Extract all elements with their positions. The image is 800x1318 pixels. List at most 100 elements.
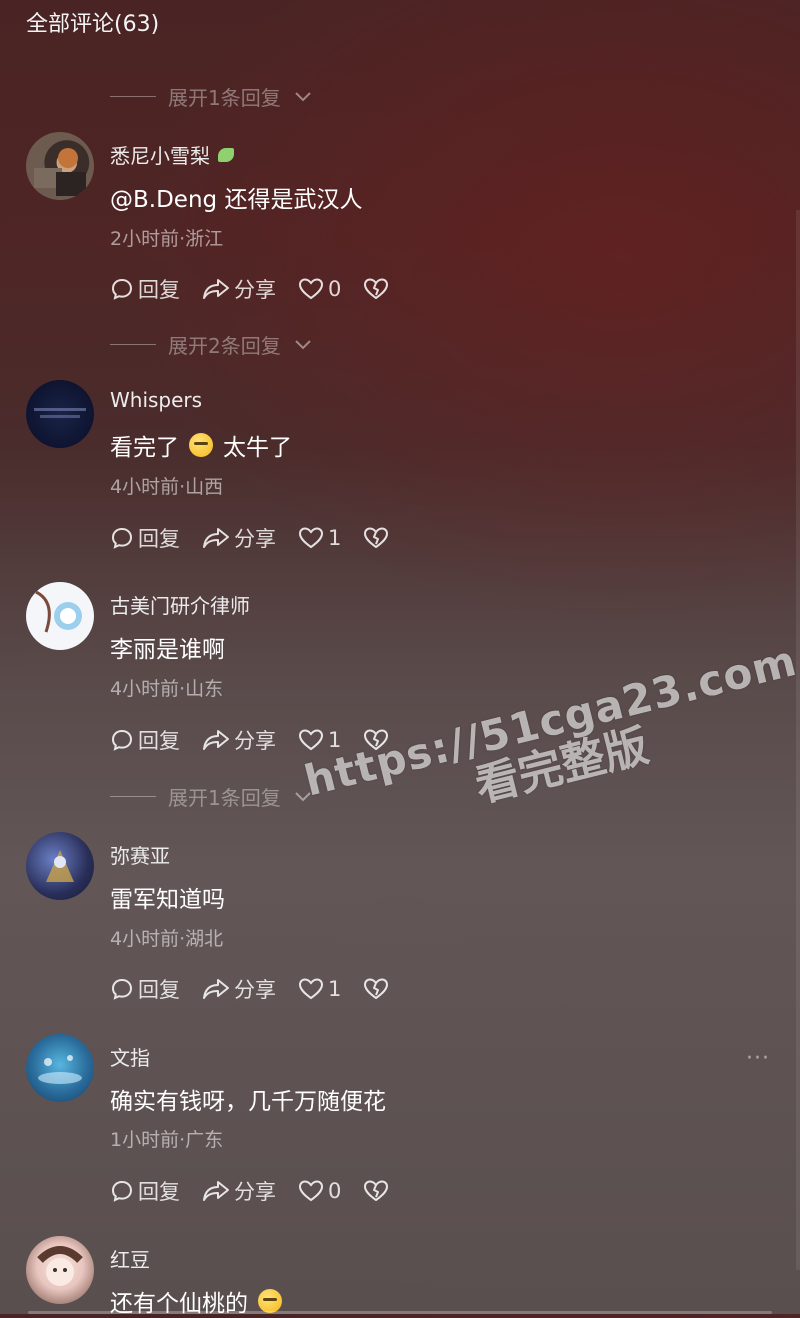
share-icon — [203, 279, 229, 299]
expand-replies-button[interactable]: 展开1条回复 — [110, 782, 311, 811]
share-icon — [203, 1181, 229, 1201]
expand-replies-button[interactable]: 展开1条回复 — [110, 82, 311, 111]
more-options-button[interactable]: ··· — [746, 1046, 770, 1071]
comment-username[interactable]: 古美门研介律师 — [110, 590, 250, 619]
dislike-button[interactable] — [363, 977, 389, 1001]
comment-actions: 回复 分享 1 — [110, 974, 411, 1004]
comment-meta: 4小时前·山西 — [110, 476, 224, 498]
reply-icon — [111, 978, 133, 1000]
reply-button[interactable]: 回复 — [110, 274, 180, 304]
reply-label: 回复 — [138, 1180, 180, 1204]
divider-line — [110, 796, 156, 797]
reply-label: 回复 — [138, 278, 180, 302]
reply-button[interactable]: 回复 — [110, 1176, 180, 1206]
reply-icon — [111, 1180, 133, 1202]
divider-line — [110, 96, 156, 97]
expand-replies-label: 展开1条回复 — [168, 786, 281, 810]
share-icon — [203, 730, 229, 750]
chevron-down-icon — [295, 91, 311, 101]
heart-icon — [298, 278, 324, 300]
comment-actions: 回复 分享 0 — [110, 1176, 411, 1206]
dislike-button[interactable] — [363, 526, 389, 550]
avatar[interactable] — [26, 1034, 94, 1102]
chevron-down-icon — [295, 339, 311, 349]
avatar[interactable] — [26, 1236, 94, 1304]
reply-icon — [111, 278, 133, 300]
username-text: Whispers — [110, 388, 203, 412]
comment-text: 看完了 太牛了 — [110, 428, 292, 462]
comment-text: @B.Deng 还得是武汉人 — [110, 187, 363, 213]
comment-username[interactable]: 悉尼小雪梨 — [110, 140, 234, 169]
share-label: 分享 — [234, 278, 276, 302]
like-count: 0 — [328, 277, 342, 301]
share-label: 分享 — [234, 729, 276, 753]
reply-button[interactable]: 回复 — [110, 974, 180, 1004]
reply-label: 回复 — [138, 729, 180, 753]
share-icon — [203, 528, 229, 548]
share-button[interactable]: 分享 — [202, 974, 276, 1004]
share-button[interactable]: 分享 — [202, 523, 276, 553]
watermark: https://51cga23.com 看完整版 — [300, 636, 800, 852]
username-text: 古美门研介律师 — [110, 594, 250, 618]
comment-text-part: 太牛了 — [223, 435, 292, 461]
comment-username[interactable]: 弥赛亚 — [110, 840, 170, 869]
broken-heart-icon — [364, 978, 389, 999]
heart-icon — [298, 1180, 324, 1202]
share-button[interactable]: 分享 — [202, 725, 276, 755]
broken-heart-icon — [364, 527, 389, 548]
avatar[interactable] — [26, 132, 94, 200]
reply-icon — [111, 527, 133, 549]
expand-replies-button[interactable]: 展开2条回复 — [110, 330, 311, 359]
like-count: 0 — [328, 1179, 342, 1203]
avatar[interactable] — [26, 582, 94, 650]
comments-header: 全部评论(63) — [26, 12, 160, 37]
dislike-button[interactable] — [363, 277, 389, 301]
comment-text-part: 看完了 — [110, 435, 179, 461]
comment-meta: 4小时前·山东 — [110, 678, 224, 700]
comment-username[interactable]: 红豆 — [110, 1244, 150, 1273]
avatar[interactable] — [26, 832, 94, 900]
expand-replies-label: 展开2条回复 — [168, 334, 281, 358]
broken-heart-icon — [364, 1180, 389, 1201]
comment-username[interactable]: Whispers — [110, 388, 202, 412]
like-button[interactable]: 1 — [298, 977, 341, 1001]
comment-meta: 1小时前·广东 — [110, 1129, 224, 1151]
sunglasses-emoji-icon — [189, 433, 213, 457]
avatar[interactable] — [26, 380, 94, 448]
like-button[interactable]: 1 — [298, 526, 341, 550]
comment-meta: 4小时前·湖北 — [110, 928, 224, 950]
comment-username[interactable]: 文指 — [110, 1042, 150, 1071]
comment-text: 确实有钱呀，几千万随便花 — [110, 1089, 386, 1115]
reply-button[interactable]: 回复 — [110, 523, 180, 553]
expand-replies-label: 展开1条回复 — [168, 86, 281, 110]
username-text: 悉尼小雪梨 — [110, 144, 210, 168]
like-button[interactable]: 0 — [298, 277, 341, 301]
username-text: 弥赛亚 — [110, 844, 170, 868]
smile-emoji-icon — [258, 1289, 282, 1313]
comment-actions: 回复 分享 0 — [110, 274, 411, 304]
comment-text: 雷军知道吗 — [110, 887, 225, 913]
share-label: 分享 — [234, 1180, 276, 1204]
dislike-button[interactable] — [363, 1179, 389, 1203]
username-text: 红豆 — [110, 1248, 150, 1272]
heart-icon — [298, 729, 324, 751]
reply-label: 回复 — [138, 978, 180, 1002]
like-count: 1 — [328, 526, 342, 550]
heart-icon — [298, 527, 324, 549]
leaf-icon — [218, 147, 234, 162]
like-count: 1 — [328, 977, 342, 1001]
share-label: 分享 — [234, 978, 276, 1002]
reply-label: 回复 — [138, 527, 180, 551]
broken-heart-icon — [364, 278, 389, 299]
share-icon — [203, 979, 229, 999]
scrollbar[interactable] — [796, 210, 800, 1270]
comment-actions: 回复 分享 1 — [110, 523, 411, 553]
reply-button[interactable]: 回复 — [110, 725, 180, 755]
comment-meta: 2小时前·浙江 — [110, 228, 224, 250]
share-label: 分享 — [234, 527, 276, 551]
like-button[interactable]: 0 — [298, 1179, 341, 1203]
heart-icon — [298, 978, 324, 1000]
share-button[interactable]: 分享 — [202, 1176, 276, 1206]
share-button[interactable]: 分享 — [202, 274, 276, 304]
reply-icon — [111, 729, 133, 751]
